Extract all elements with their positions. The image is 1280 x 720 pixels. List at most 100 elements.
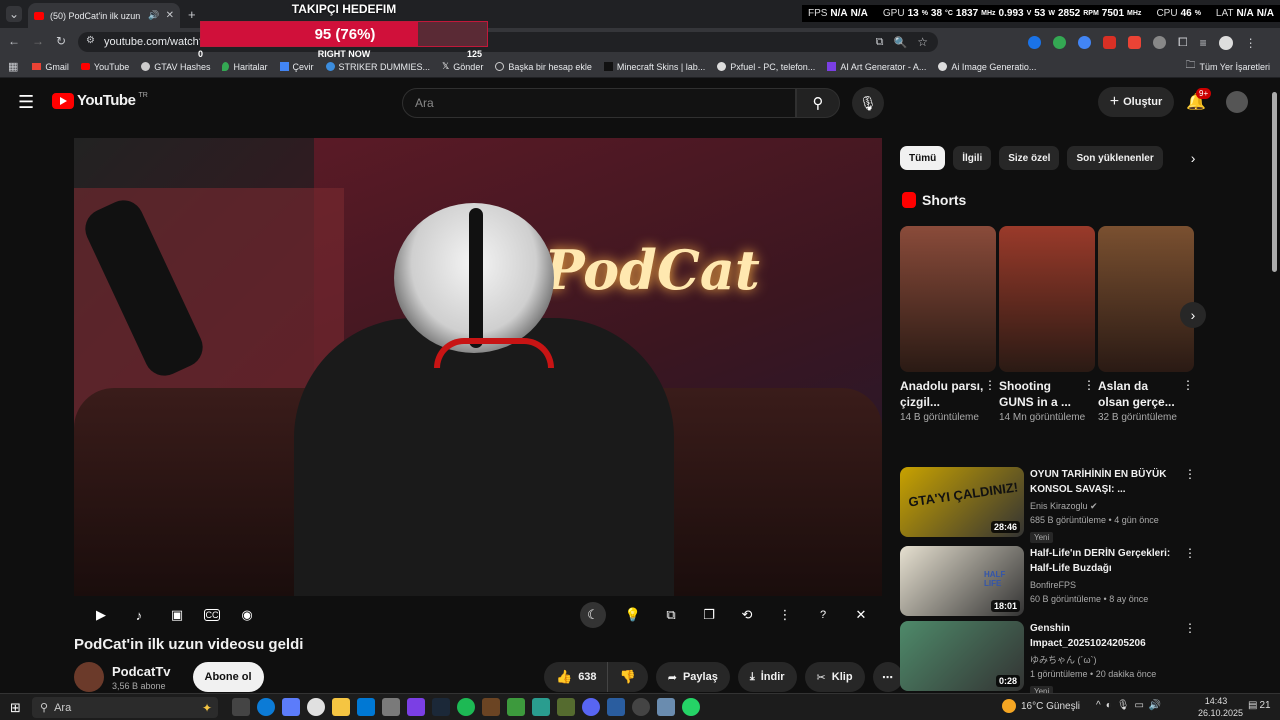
windows-start-icon[interactable]: ⊞ (10, 700, 21, 716)
dislike-button[interactable]: 👎 (606, 662, 648, 692)
chip-all[interactable]: Tümü (900, 146, 946, 170)
video-thumbnail[interactable]: GTA'YI ÇALDINIZ! 28:46 (900, 467, 1024, 537)
spotify-icon[interactable] (457, 698, 475, 716)
new-tab-icon[interactable]: + (188, 7, 196, 22)
search-input[interactable]: Ara (402, 88, 796, 118)
video-thumbnail[interactable]: HALF LIFE 18:01 (900, 546, 1024, 616)
volume-icon[interactable]: 🔊 (1149, 700, 1161, 711)
chevron-right-icon[interactable]: › (1191, 150, 1196, 166)
forward-icon[interactable]: → (32, 34, 44, 48)
back-icon[interactable]: ← (8, 34, 20, 48)
tab-list-icon[interactable]: ⌄ (6, 6, 22, 22)
more-options-icon[interactable]: ⋮ (774, 604, 796, 626)
download-button[interactable]: ⤓ İndir (737, 662, 797, 692)
microphone-icon[interactable]: 🎙 (1117, 700, 1130, 711)
shorts-next-button[interactable]: › (1180, 302, 1206, 328)
voice-search-button[interactable]: 🎙 (852, 87, 884, 119)
bookmark-item[interactable]: Haritalar (222, 62, 268, 72)
more-options-icon[interactable]: ⋮ (984, 378, 996, 392)
notification-center[interactable]: ▤ 21 (1248, 700, 1271, 711)
dark-mode-icon[interactable]: ☾ (580, 602, 606, 628)
miniplayer-icon[interactable]: ⧉ (660, 604, 682, 626)
more-options-icon[interactable]: ⋮ (1184, 621, 1196, 635)
extension-icon[interactable] (1128, 36, 1141, 49)
clock[interactable]: 14:43 26.10.2025 (1198, 695, 1243, 719)
create-button[interactable]: + Oluştur (1098, 87, 1174, 117)
bookmark-item[interactable]: Minecraft Skins | lab... (603, 62, 705, 72)
bookmark-item[interactable]: Başka bir hesap ekle (495, 62, 592, 72)
profile-avatar[interactable] (1218, 35, 1233, 50)
minecraft-icon[interactable] (557, 698, 575, 716)
apps-grid-icon[interactable]: ▦ (8, 60, 18, 73)
music-note-icon[interactable]: ♪ (128, 604, 150, 626)
app-icon[interactable] (407, 698, 425, 716)
bookmark-item[interactable]: GTAV Hashes (141, 62, 210, 72)
extension-icon[interactable] (1153, 36, 1166, 49)
more-options-icon[interactable]: ⋮ (1182, 378, 1194, 392)
tray-app-icon[interactable]: ◐ (1106, 700, 1112, 711)
menu-dots-icon[interactable]: ⋮ (1245, 36, 1257, 50)
more-options-icon[interactable]: ⋮ (1083, 378, 1095, 392)
store-icon[interactable] (382, 698, 400, 716)
channel-name[interactable]: BonfireFPS (1030, 578, 1180, 592)
extension-icon[interactable] (1053, 36, 1066, 49)
short-item[interactable]: Aslan da olsan gerçe... ⋮ 32 B görüntüle… (1098, 226, 1194, 425)
search-button[interactable]: ⚲ (796, 88, 840, 118)
lightbulb-icon[interactable]: 💡 (622, 604, 644, 626)
loop-icon[interactable]: ⟲ (736, 604, 758, 626)
notifications-button[interactable]: 🔔 9+ (1186, 88, 1212, 112)
help-icon[interactable]: ? (812, 604, 834, 626)
hamburger-menu-icon[interactable]: ☰ (18, 92, 34, 113)
short-item[interactable]: Anadolu parsı, çizgil... ⋮ 14 B görüntül… (900, 226, 996, 425)
app-icon[interactable] (607, 698, 625, 716)
close-tab-icon[interactable]: ✕ (166, 10, 174, 21)
more-options-icon[interactable]: ⋮ (1184, 467, 1196, 481)
recommended-video[interactable]: HALF LIFE 18:01 Half-Life'ın DERİN Gerçe… (900, 546, 1196, 620)
camera-icon[interactable]: ▶ (90, 604, 112, 626)
bookmark-star-icon[interactable]: ☆ (917, 35, 928, 49)
app-icon[interactable] (482, 698, 500, 716)
screenshot-icon[interactable]: ◉ (236, 604, 258, 626)
audio-icon[interactable]: 🔊 (148, 10, 159, 21)
clip-button[interactable]: ✂ Klip (804, 662, 865, 692)
video-thumbnail[interactable]: 0:28 (900, 621, 1024, 691)
copilot-icon[interactable] (282, 698, 300, 716)
video-player[interactable]: PodCat (74, 138, 882, 596)
bookmark-item[interactable]: Ai Image Generatio... (938, 62, 1036, 72)
chip-recent[interactable]: Son yüklenenler (1067, 146, 1163, 170)
reading-list-icon[interactable]: ≡ (1200, 36, 1207, 50)
image-icon[interactable]: ▣ (166, 604, 188, 626)
app-icon[interactable] (532, 698, 550, 716)
install-icon[interactable]: ⧉ (876, 36, 884, 49)
bookmark-item[interactable]: Gmail (32, 62, 69, 72)
bookmark-item[interactable]: YouTube (80, 62, 129, 72)
recommended-video[interactable]: GTA'YI ÇALDINIZ! 28:46 OYUN TARİHİNİN EN… (900, 467, 1196, 543)
edge-icon[interactable] (257, 698, 275, 716)
reload-icon[interactable]: ↻ (56, 34, 66, 48)
bookmark-item[interactable]: Çevir (279, 62, 314, 72)
puzzle-icon[interactable]: ⧠ (1178, 35, 1188, 50)
chevron-up-icon[interactable]: ^ (1096, 700, 1101, 711)
short-item[interactable]: Shooting GUNS in a ... ⋮ 14 Mn görüntüle… (999, 226, 1095, 425)
chrome-icon[interactable] (307, 698, 325, 716)
captions-icon[interactable]: CC (204, 609, 220, 621)
weather-widget[interactable]: 16°C Güneşli (1002, 699, 1080, 713)
channel-name[interactable]: PodcatTv (112, 664, 171, 679)
share-button[interactable]: ➦ Paylaş (655, 662, 730, 692)
extension-icon[interactable] (1103, 36, 1116, 49)
app-icon[interactable] (657, 698, 675, 716)
short-thumbnail[interactable] (900, 226, 996, 372)
more-actions-button[interactable]: ⋯ (872, 662, 903, 692)
page-scrollbar[interactable] (1272, 92, 1277, 272)
zoom-icon[interactable]: 🔍 (894, 36, 908, 49)
chip-for-you[interactable]: Size özel (999, 146, 1060, 170)
bookmark-item[interactable]: STRIKER DUMMIES... (325, 62, 430, 72)
like-button[interactable]: 👍 638 (544, 662, 607, 692)
chip-related[interactable]: İlgili (953, 146, 992, 170)
file-explorer-icon[interactable] (332, 698, 350, 716)
xbox-icon[interactable] (507, 698, 525, 716)
whatsapp-icon[interactable] (682, 698, 700, 716)
subscribe-button[interactable]: Abone ol (192, 662, 264, 692)
extension-icon[interactable] (1028, 36, 1041, 49)
obs-icon[interactable] (632, 698, 650, 716)
